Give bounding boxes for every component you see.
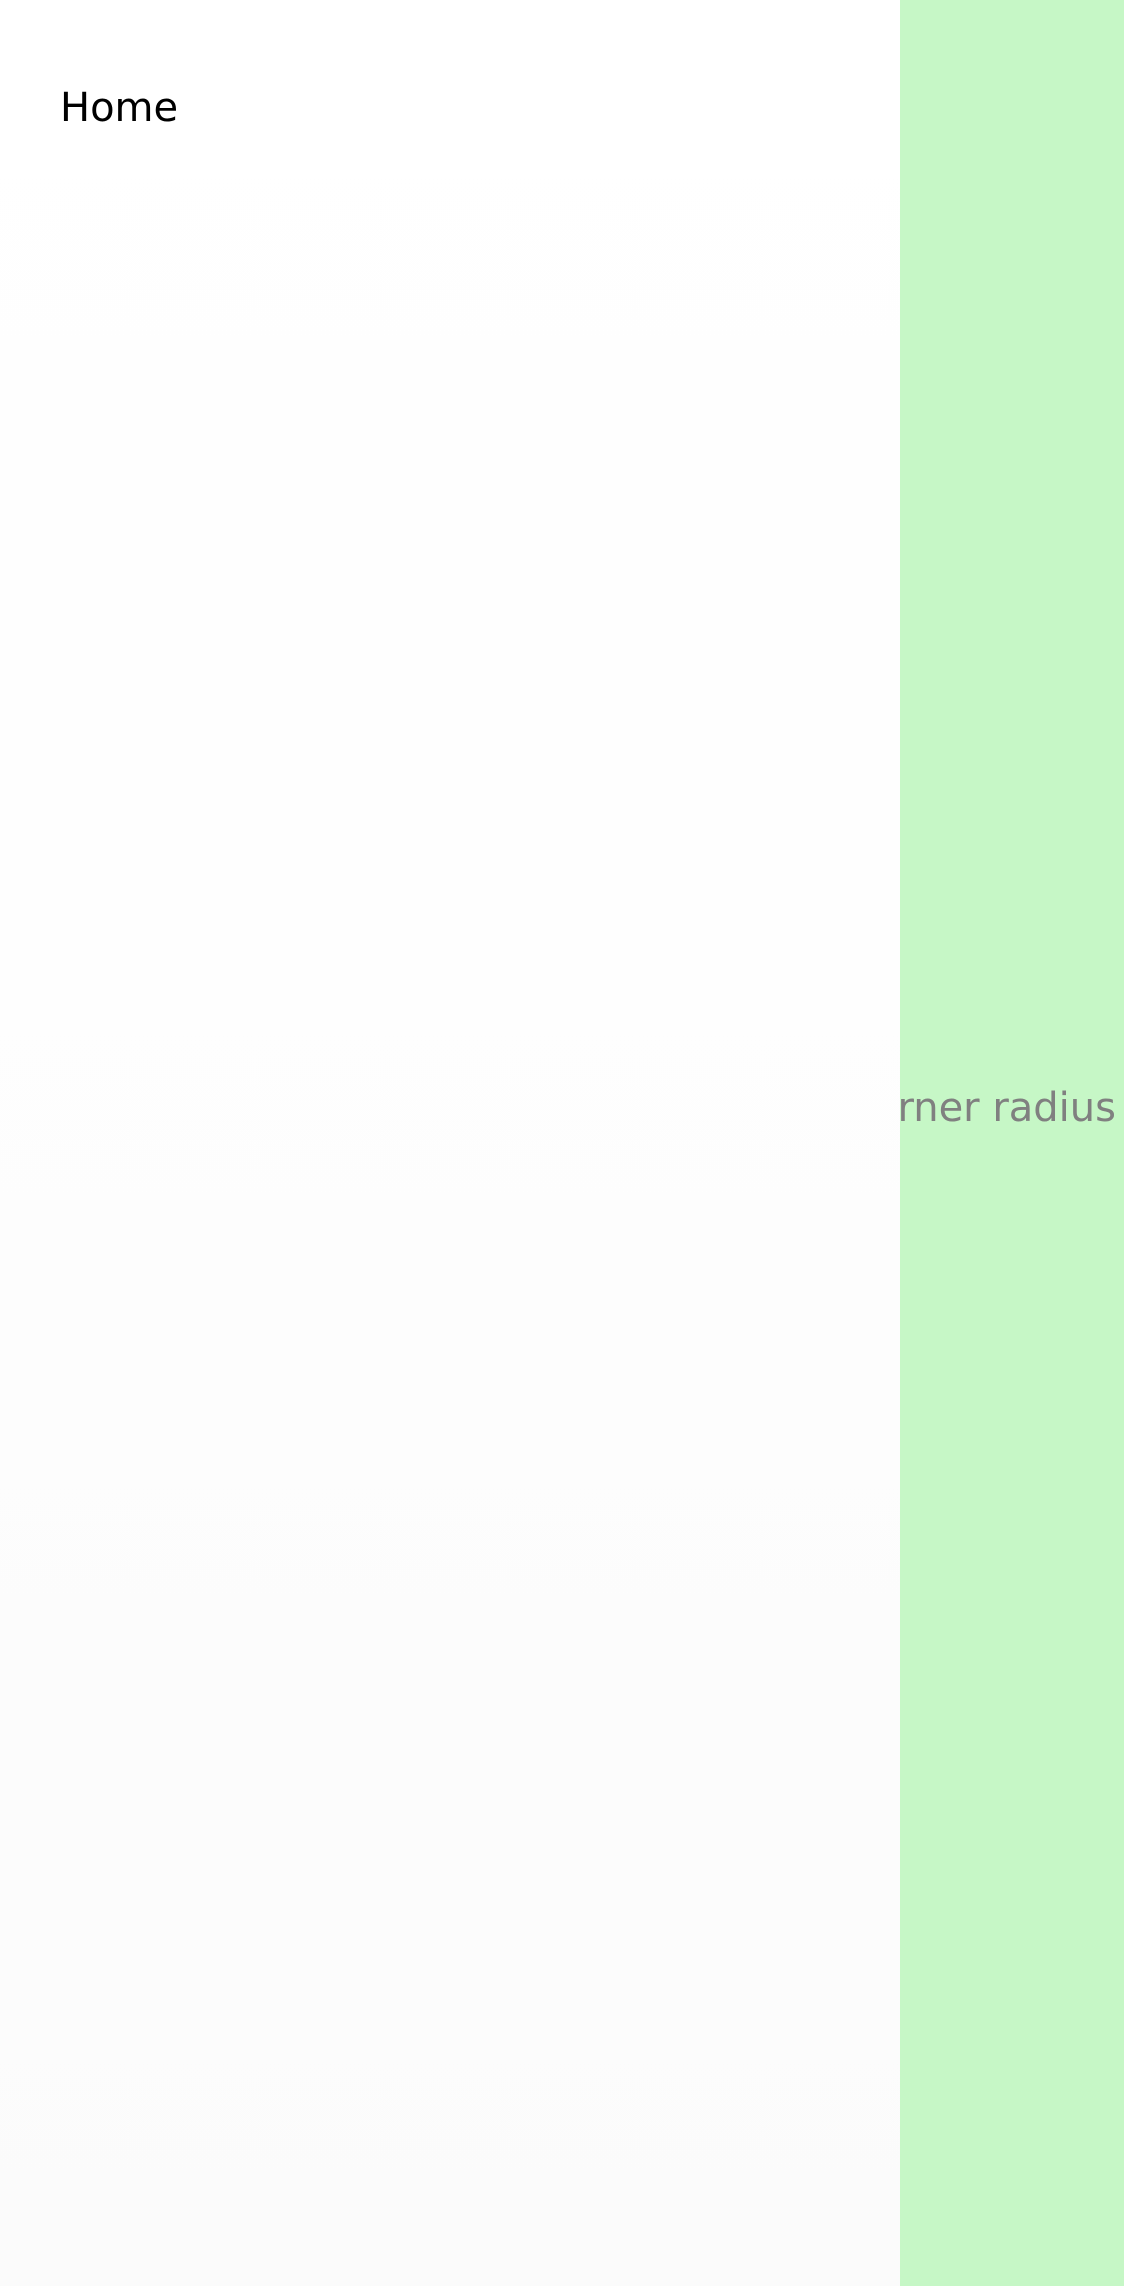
app-screen: Home orner radius — [0, 0, 1124, 2286]
corner-radius-label: orner radius — [900, 1085, 1116, 1131]
navigation-drawer: Home — [0, 0, 900, 2286]
main-content-panel[interactable]: orner radius — [900, 0, 1124, 2286]
drawer-item-home[interactable]: Home — [60, 78, 178, 138]
